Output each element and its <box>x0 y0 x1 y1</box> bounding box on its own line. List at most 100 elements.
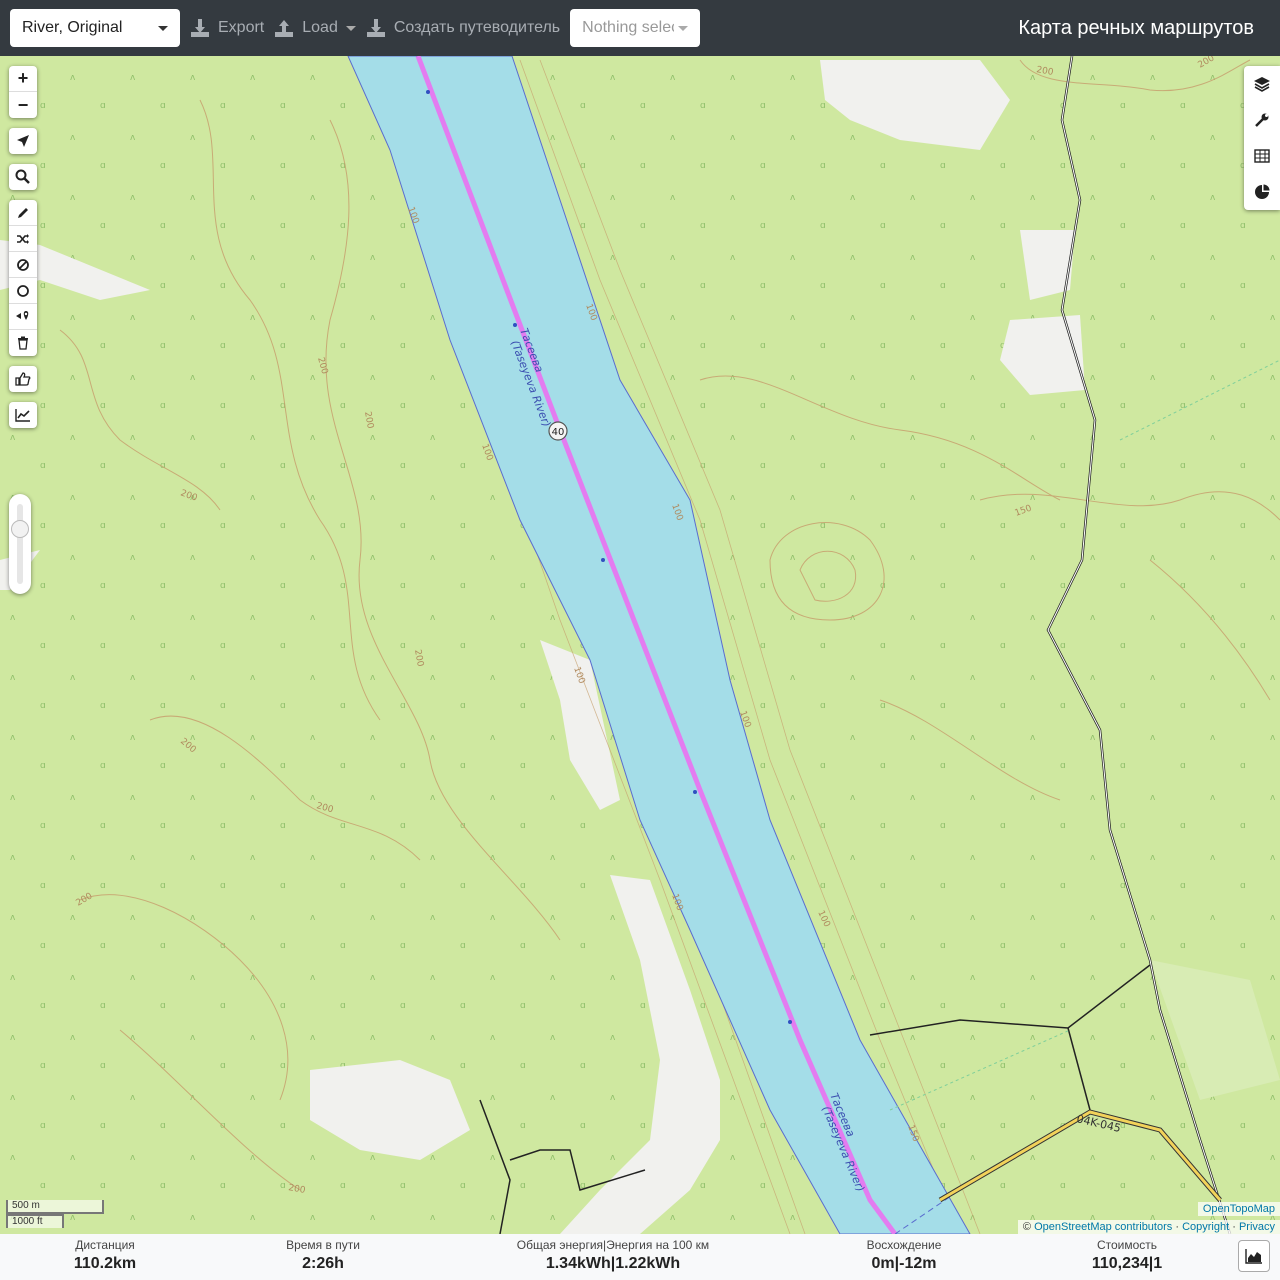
elevation-chart-icon <box>15 409 30 422</box>
thumbs-up-icon <box>15 372 31 386</box>
attribution-separator: · <box>1232 1221 1236 1233</box>
no-entry-icon <box>17 258 29 271</box>
privacy-link[interactable]: Privacy <box>1239 1221 1275 1233</box>
route-waypoint-marker[interactable]: 40 <box>548 421 568 441</box>
stat-cost: Стоимость 110,234|1 <box>1067 1238 1187 1273</box>
stat-ascent-label: Восхождение <box>866 1238 942 1252</box>
elevation-profile-button[interactable] <box>1238 1240 1270 1272</box>
time-unit: h <box>334 1255 344 1272</box>
shuffle-icon <box>17 233 29 244</box>
route-statistics-bar: Дистанция 110.2km Время в пути 2:26h Общ… <box>0 1234 1280 1280</box>
table-icon <box>1254 149 1270 163</box>
elevation-control <box>9 402 37 428</box>
distance-unit: km <box>113 1255 137 1272</box>
create-guide-button[interactable]: Создать путеводитель <box>366 9 560 47</box>
no-go-area-button[interactable] <box>9 252 37 278</box>
zoom-control: + − <box>9 66 37 118</box>
elevation-button[interactable] <box>9 402 37 428</box>
download-icon <box>366 19 385 37</box>
stat-time-value: 2:26h <box>263 1255 383 1273</box>
energy-per-100km-unit: kWh <box>646 1255 681 1272</box>
profile-select[interactable]: River, Original <box>10 9 180 47</box>
search-button[interactable] <box>9 164 37 190</box>
layers-button[interactable] <box>1244 66 1280 102</box>
load-label: Load <box>302 19 338 36</box>
pie-chart-icon <box>1255 184 1270 199</box>
stat-distance-label: Дистанция <box>75 1238 135 1252</box>
download-icon <box>191 19 209 37</box>
data-table-button[interactable] <box>1244 138 1280 174</box>
reverse-route-button[interactable] <box>9 226 37 252</box>
search-control <box>9 164 37 190</box>
energy-total-unit: kWh <box>576 1255 611 1272</box>
zoom-in-button[interactable]: + <box>9 66 37 92</box>
ascent-down: -12 <box>899 1255 923 1272</box>
time-number: 2:26 <box>302 1255 335 1272</box>
distance-number: 110.2 <box>73 1255 114 1272</box>
upload-icon <box>275 20 294 37</box>
topo-map-layer: ᴧ ɑ <box>0 56 1280 1234</box>
layers-icon <box>1254 77 1270 92</box>
attribution: © OpenStreetMap contributors · Copyright… <box>1017 1220 1280 1234</box>
stat-distance-value: 110.2km <box>55 1255 155 1273</box>
selection-dropdown[interactable]: Nothing selected <box>570 9 701 47</box>
cost-number-2: 1 <box>1153 1255 1163 1272</box>
wrench-icon <box>1255 113 1269 127</box>
stat-energy-label: Общая энергия|Энергия на 100 км <box>516 1238 710 1252</box>
poi-icon <box>16 310 29 320</box>
copyright-symbol: © <box>1022 1221 1032 1233</box>
opacity-slider[interactable] <box>9 494 31 594</box>
load-button[interactable]: Load <box>274 9 356 47</box>
locate-button[interactable] <box>9 128 37 154</box>
poi-button[interactable] <box>9 304 37 330</box>
attribution-separator: · <box>1175 1221 1179 1233</box>
delete-route-button[interactable] <box>9 330 37 356</box>
opacity-slider-track <box>17 504 23 584</box>
energy-total: 1.34 <box>545 1255 577 1272</box>
stat-ascent: Восхождение 0m|-12m <box>844 1238 964 1273</box>
stat-energy-value: 1.34kWh|1.22kWh <box>483 1255 743 1273</box>
zoom-out-button[interactable]: − <box>9 92 37 118</box>
circle-tool-button[interactable] <box>9 278 37 304</box>
tile-source-link[interactable]: OpenTopoMap <box>1197 1202 1280 1216</box>
stat-ascent-value: 0m|-12m <box>844 1255 964 1273</box>
energy-per-100km: 1.22 <box>615 1255 647 1272</box>
stat-cost-label: Стоимость <box>1096 1238 1158 1252</box>
create-guide-label: Создать путеводитель <box>393 19 561 36</box>
settings-button[interactable] <box>1244 102 1280 138</box>
app-title: Карта речных маршрутов <box>1018 16 1254 39</box>
cost-number: 110,234 <box>1091 1255 1149 1272</box>
app-root: River, Original Export Load Создать путе… <box>0 0 1280 1280</box>
opacity-slider-thumb[interactable] <box>11 520 29 538</box>
selection-placeholder: Nothing selected <box>582 19 674 36</box>
right-toolbar <box>1244 66 1280 210</box>
ascent-down-unit: m <box>922 1255 937 1272</box>
draw-route-button[interactable] <box>9 200 37 226</box>
feedback-button[interactable] <box>9 366 37 392</box>
map-canvas[interactable]: ᴧ ɑ <box>0 56 1280 1234</box>
ascent-up-unit: m <box>880 1255 895 1272</box>
statistics-button[interactable] <box>1244 174 1280 210</box>
stat-cost-value: 110,234|1 <box>1067 1255 1187 1273</box>
copyright-link[interactable]: Copyright <box>1182 1221 1229 1233</box>
scale-metric: 500 m <box>6 1200 104 1214</box>
chevron-down-icon <box>345 25 356 31</box>
scale-imperial: 1000 ft <box>6 1214 64 1228</box>
chevron-down-icon <box>678 25 689 31</box>
area-chart-icon <box>1245 1249 1262 1264</box>
export-button[interactable]: Export <box>190 9 264 47</box>
top-toolbar: River, Original Export Load Создать путе… <box>0 0 1280 56</box>
draw-icon <box>18 207 28 218</box>
draw-toolbar <box>9 200 37 356</box>
search-icon <box>15 169 30 184</box>
profile-select-value: River, Original <box>22 19 123 36</box>
route-marker-label: 40 <box>552 427 565 438</box>
stat-energy: Общая энергия|Энергия на 100 км 1.34kWh|… <box>483 1238 743 1273</box>
osm-contributors-link[interactable]: OpenStreetMap contributors <box>1034 1221 1172 1233</box>
chevron-down-icon <box>158 25 168 31</box>
map-scale: 500 m 1000 ft <box>6 1200 104 1228</box>
stat-travel-time: Время в пути 2:26h <box>263 1238 383 1273</box>
export-label: Export <box>218 19 265 36</box>
stat-time-label: Время в пути <box>286 1238 360 1252</box>
stat-distance: Дистанция 110.2km <box>55 1238 155 1273</box>
